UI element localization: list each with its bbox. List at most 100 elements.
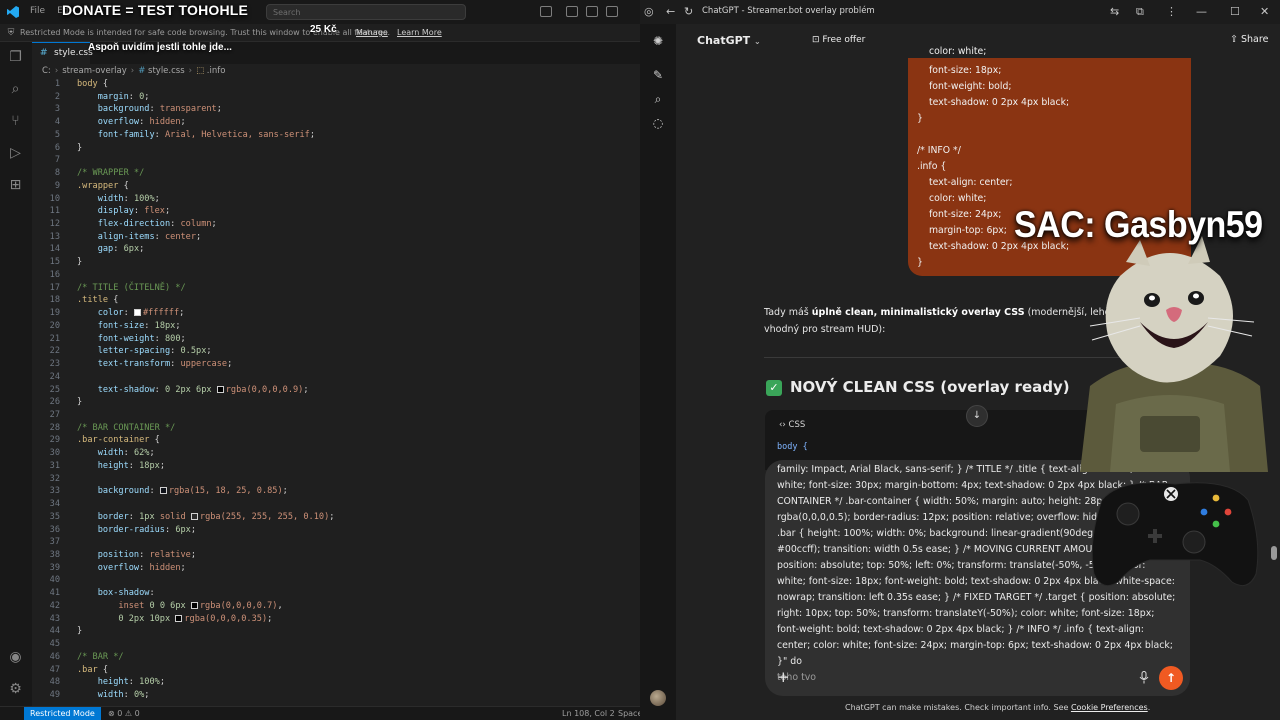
code-line: 45 [49,639,60,650]
breadcrumb-item: ⬚ [196,66,205,76]
code-line: 2 margin: 0; [54,91,150,102]
extensions-icon[interactable]: ⊞ [8,178,23,193]
microphone-icon[interactable] [1139,671,1149,684]
explorer-icon[interactable]: ❐ [8,50,23,65]
copilot-icon[interactable] [540,6,552,17]
error-count: 0 [117,709,123,718]
breadcrumb-item[interactable]: style.css [148,66,185,76]
breadcrumb-item[interactable]: stream-overlay [62,66,127,76]
code-line: 15} [49,257,83,268]
bubble-line: color: white; [929,46,987,57]
translate-icon[interactable]: ⇆ [1110,5,1119,19]
scrollbar-thumb[interactable] [1271,546,1277,560]
maximize-icon[interactable]: ☐ [1230,5,1240,19]
add-attachment-icon[interactable]: + [777,669,790,685]
chat-sidebar: ✺ ✎ ⌕ ◌ [640,24,676,720]
tab-style-css[interactable]: # style.css [32,42,93,64]
code-line: 46/* BAR */ [49,651,124,662]
manage-link[interactable]: Manage [356,28,388,37]
code-line: 26} [49,397,83,408]
cookie-preferences-link[interactable]: Cookie Preferences [1071,703,1148,712]
code-line: 37 [49,537,60,548]
model-name: ChatGPT [697,34,751,47]
code-line: 25 text-shadow: 0 2px 6px rgba(0,0,0,0.9… [49,384,309,395]
response-heading: ✓ NOVÝ CLEAN CSS (overlay ready) [766,378,1070,396]
scroll-down-button[interactable]: ↓ [966,405,988,427]
free-offer-button[interactable]: ⊡ Free offer [812,35,865,45]
restricted-mode-status[interactable]: Restricted Mode [24,707,101,720]
code-line: 34 [49,499,60,510]
bubble-line: color: white; [929,193,987,204]
share-button[interactable]: ⇪ Share [1230,34,1268,45]
code-line: 47 .bar { [49,664,109,675]
breadcrumb-item[interactable]: C: [42,66,51,76]
intro-bold: úplně clean, minimalistický overlay CSS [811,307,1025,318]
code-line: 43 0 2px 10px rgba(0,0,0,0.35); [49,613,273,624]
code-line: 35 border: 1px solid rgba(255, 255, 255,… [49,511,335,522]
css-file-icon: # [40,48,48,58]
code-line: 24 [49,371,60,382]
search-icon[interactable]: ⌕ [651,92,665,106]
search-icon[interactable]: ⌕ [8,82,23,97]
check-mark-icon: ✓ [766,380,782,396]
intro-text: Tady máš [764,307,812,318]
browser-app-icon: ◎ [644,5,654,18]
code-line: 6} [54,142,83,153]
code-lang-text: CSS [788,420,806,430]
code-language-label: ‹› CSS [779,420,805,430]
back-icon[interactable]: ← [666,5,675,19]
problems-status[interactable]: ⊗ 0 ⚠ 0 [108,709,140,718]
bubble-line: .info { [917,161,947,172]
settings-gear-icon[interactable]: ⚙ [8,682,23,697]
library-icon[interactable]: ◌ [651,116,665,130]
layout-icon[interactable] [606,6,618,17]
toggle-panel-icon[interactable] [586,6,598,17]
menu-dots-icon[interactable]: ⋮ [1166,5,1177,19]
run-debug-icon[interactable]: ▷ [8,146,23,161]
code-editor[interactable]: 1 body { 2 margin: 0; 3 background: trans… [32,78,640,706]
reload-icon[interactable]: ↻ [684,5,693,19]
warning-count: 0 [134,709,140,718]
code-icon: ‹› [779,420,786,430]
extensions-icon[interactable]: ⧉ [1136,5,1144,19]
breadcrumb-item: # [138,66,146,76]
minimize-icon[interactable]: — [1196,5,1207,19]
tab-label: style.css [54,48,93,58]
disclaimer-end: . [1147,703,1151,712]
close-icon[interactable]: ✕ [1260,5,1269,19]
menu-file[interactable]: File [30,6,45,16]
code-line: 36 border-radius: 6px; [49,524,197,535]
code-line: 28/* BAR CONTAINER */ [49,422,176,433]
send-button[interactable]: ↑ [1159,666,1183,690]
free-offer-label: Free offer [822,35,866,45]
code-line: 8/* WRAPPER */ [54,168,145,179]
bubble-line: } [917,113,923,124]
model-selector[interactable]: ChatGPT ⌄ [697,34,761,47]
account-icon[interactable]: ◉ [8,650,23,665]
source-control-icon[interactable]: ⑂ [8,114,23,129]
command-center-search[interactable]: Search [266,4,466,20]
browser-tab-title: ChatGPT - Streamer.bot overlay problém [702,6,875,16]
code-line: 48 height: 100%; [49,677,165,688]
bubble-line: /* INFO */ [917,145,961,156]
breadcrumb-item[interactable]: .info [207,66,226,76]
cursor-position[interactable]: Ln 108, Col 2 [562,709,615,718]
toggle-sidebar-icon[interactable] [566,6,578,17]
status-bar: Restricted Mode ⊗ 0 ⚠ 0 Ln 108, Col 2 Sp… [0,706,647,720]
code-line: 33 background: rgba(15, 18, 25, 0.85); [49,486,288,497]
code-first-text: body { [777,442,808,452]
bubble-line: font-size: 18px; [929,65,1002,76]
intro-text-line2: vhodný pro stream HUD): [764,324,886,335]
openai-logo-icon[interactable]: ✺ [651,34,665,48]
code-line: 23 text-transform: uppercase; [49,359,233,370]
bubble-line: font-weight: bold; [929,81,1012,92]
code-line: 17/* TITLE (ČITELNĚ) */ [49,282,186,293]
shield-icon: ⛨ [7,28,15,38]
learn-more-link[interactable]: Learn More [397,28,442,37]
code-line: 20 font-size: 18px; [49,320,181,331]
avatar[interactable] [650,690,666,706]
vscode-logo-icon [7,6,19,18]
new-chat-icon[interactable]: ✎ [651,68,665,82]
code-line: 27 [49,409,60,420]
chevron-down-icon: ⌄ [754,37,761,46]
